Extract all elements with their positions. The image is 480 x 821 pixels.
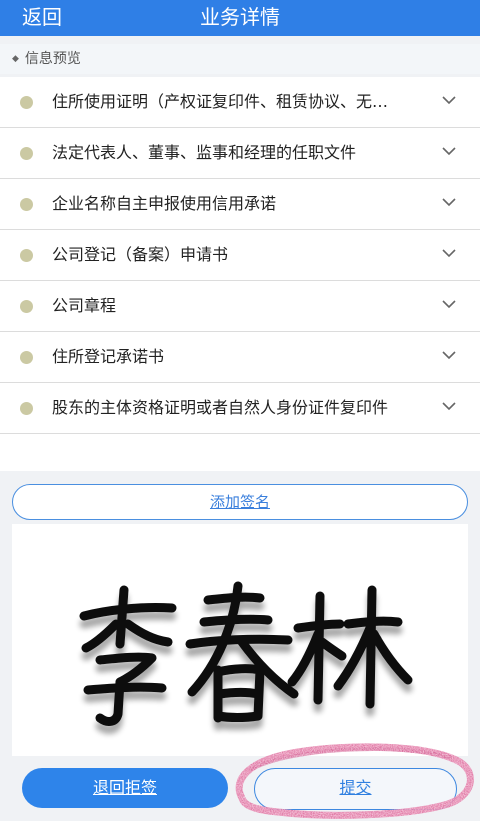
reject-button[interactable]: 退回拒签 <box>22 768 228 808</box>
page-title: 业务详情 <box>200 5 280 29</box>
chevron-down-icon <box>442 249 456 258</box>
document-label: 住所使用证明（产权证复印件、租赁协议、无偿使用证明等） <box>52 92 402 111</box>
document-label: 企业名称自主申报使用信用承诺 <box>52 194 277 213</box>
section-header: ◆ 信息预览 <box>0 44 480 74</box>
handwritten-signature <box>79 581 413 726</box>
list-item[interactable]: 法定代表人、董事、监事和经理的任职文件 <box>0 128 480 179</box>
chevron-down-icon <box>442 402 456 411</box>
list-item[interactable]: 企业名称自主申报使用信用承诺 <box>0 179 480 230</box>
submit-button[interactable]: 提交 <box>254 768 457 810</box>
signature-pad[interactable] <box>12 524 468 756</box>
chevron-down-icon <box>442 96 456 105</box>
status-dot-icon <box>20 300 33 313</box>
document-label: 公司登记（备案）申请书 <box>52 245 229 264</box>
document-label: 住所登记承诺书 <box>52 347 165 366</box>
chevron-down-icon <box>442 198 456 207</box>
chevron-down-icon <box>442 351 456 360</box>
document-label: 法定代表人、董事、监事和经理的任职文件 <box>52 143 357 162</box>
status-dot-icon <box>20 402 33 415</box>
list-item[interactable]: 公司登记（备案）申请书 <box>0 230 480 281</box>
section-title: 信息预览 <box>24 51 81 67</box>
diamond-bullet-icon: ◆ <box>12 54 19 64</box>
status-dot-icon <box>20 198 33 211</box>
status-dot-icon <box>20 147 33 160</box>
list-item[interactable]: 住所使用证明（产权证复印件、租赁协议、无偿使用证明等） <box>0 77 480 128</box>
status-dot-icon <box>20 96 33 109</box>
status-dot-icon <box>20 249 33 262</box>
document-label: 公司章程 <box>52 296 117 315</box>
top-bar: 返回 业务详情 <box>0 0 480 36</box>
chevron-down-icon <box>442 147 456 156</box>
document-label: 股东的主体资格证明或者自然人身份证件复印件 <box>52 398 389 417</box>
status-dot-icon <box>20 351 33 364</box>
add-signature-button[interactable]: 添加签名 <box>12 484 468 520</box>
list-item[interactable]: 股东的主体资格证明或者自然人身份证件复印件 <box>0 383 480 434</box>
chevron-down-icon <box>442 300 456 309</box>
list-item[interactable]: 公司章程 <box>0 281 480 332</box>
document-list: 住所使用证明（产权证复印件、租赁协议、无偿使用证明等） 法定代表人、董事、监事和… <box>0 77 480 471</box>
list-item[interactable]: 住所登记承诺书 <box>0 332 480 383</box>
